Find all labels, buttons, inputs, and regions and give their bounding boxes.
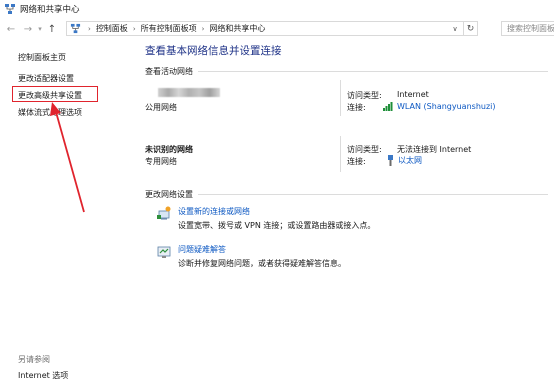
access-type-value: Internet <box>397 90 429 99</box>
change-settings-heading: 更改网络设置 <box>145 190 193 199</box>
breadcrumb-chevron-icon[interactable]: › <box>88 25 91 33</box>
connection-label: 连接: <box>347 103 366 112</box>
highlight-box <box>12 86 98 102</box>
window-title: 网络和共享中心 <box>20 5 80 15</box>
sidebar-item-adapter-settings[interactable]: 更改适配器设置 <box>18 73 74 84</box>
ethernet-plug-icon <box>388 155 393 166</box>
network-center-icon <box>5 4 15 14</box>
back-arrow-icon[interactable]: ← <box>4 22 18 36</box>
divider <box>198 194 548 195</box>
access-type-label: 访问类型: <box>347 145 382 154</box>
wlan-connection-text: WLAN (Shangyuanshuzi) <box>397 102 496 111</box>
search-input[interactable]: 搜索控制面板 <box>501 21 554 36</box>
address-dropdown-icon[interactable]: ∨ <box>449 22 461 35</box>
breadcrumb-chevron-icon[interactable]: › <box>202 25 205 33</box>
divider <box>340 136 341 172</box>
network-type: 公用网络 <box>145 103 177 112</box>
breadcrumb-item[interactable]: 所有控制面板项 <box>141 23 197 34</box>
breadcrumb-item[interactable]: 网络和共享中心 <box>209 23 265 34</box>
recent-locations-chevron-icon[interactable]: ▾ <box>35 22 45 36</box>
active-networks-heading: 查看活动网络 <box>145 67 193 76</box>
wifi-signal-icon <box>383 102 393 111</box>
connection-label: 连接: <box>347 157 366 166</box>
divider <box>198 71 548 72</box>
ethernet-connection-text: 以太网 <box>398 156 422 165</box>
access-type-value: 无法连接到 Internet <box>397 145 472 154</box>
main-content: 查看基本网络信息并设置连接 查看活动网络 公用网络 访问类型: Internet… <box>120 40 554 388</box>
access-type-label: 访问类型: <box>347 91 382 100</box>
ethernet-connection-link[interactable]: 以太网 <box>387 155 422 166</box>
control-panel-icon <box>70 23 81 34</box>
up-arrow-icon[interactable]: ↑ <box>45 22 59 36</box>
new-connection-icon <box>157 206 171 220</box>
breadcrumb-item[interactable]: 控制面板 <box>96 23 128 34</box>
forward-arrow-icon[interactable]: → <box>21 22 35 36</box>
wlan-connection-link[interactable]: WLAN (Shangyuanshuzi) <box>383 102 496 111</box>
network-type: 专用网络 <box>145 157 177 166</box>
address-bar[interactable]: › 控制面板 › 所有控制面板项 › 网络和共享中心 ∨ ↻ <box>66 21 478 36</box>
troubleshoot-link[interactable]: 问题疑难解答 <box>178 244 226 255</box>
see-also-heading: 另请参阅 <box>18 355 50 364</box>
setup-connection-link[interactable]: 设置新的连接或网络 <box>178 206 250 217</box>
search-placeholder: 搜索控制面板 <box>507 24 554 33</box>
refresh-icon[interactable]: ↻ <box>463 22 477 35</box>
sidebar-item-control-panel-home[interactable]: 控制面板主页 <box>18 52 66 63</box>
troubleshoot-icon <box>157 246 171 258</box>
network-name-redacted <box>158 88 220 97</box>
breadcrumb-chevron-icon[interactable]: › <box>133 25 136 33</box>
setup-connection-description: 设置宽带、拨号或 VPN 连接；或设置路由器或接入点。 <box>178 221 376 230</box>
network-name: 未识别的网络 <box>145 145 193 154</box>
divider <box>340 80 341 116</box>
navigation-bar: ← → ▾ ↑ › 控制面板 › 所有控制面板项 › 网络和共享中心 ∨ ↻ 搜… <box>0 18 554 40</box>
sidebar-item-media-streaming[interactable]: 媒体流式处理选项 <box>18 107 82 118</box>
sidebar-item-internet-options[interactable]: Internet 选项 <box>18 370 68 381</box>
page-title: 查看基本网络信息并设置连接 <box>145 45 282 57</box>
troubleshoot-description: 诊断并修复网络问题，或者获得疑难解答信息。 <box>178 259 346 268</box>
title-bar: 网络和共享中心 <box>0 0 554 18</box>
